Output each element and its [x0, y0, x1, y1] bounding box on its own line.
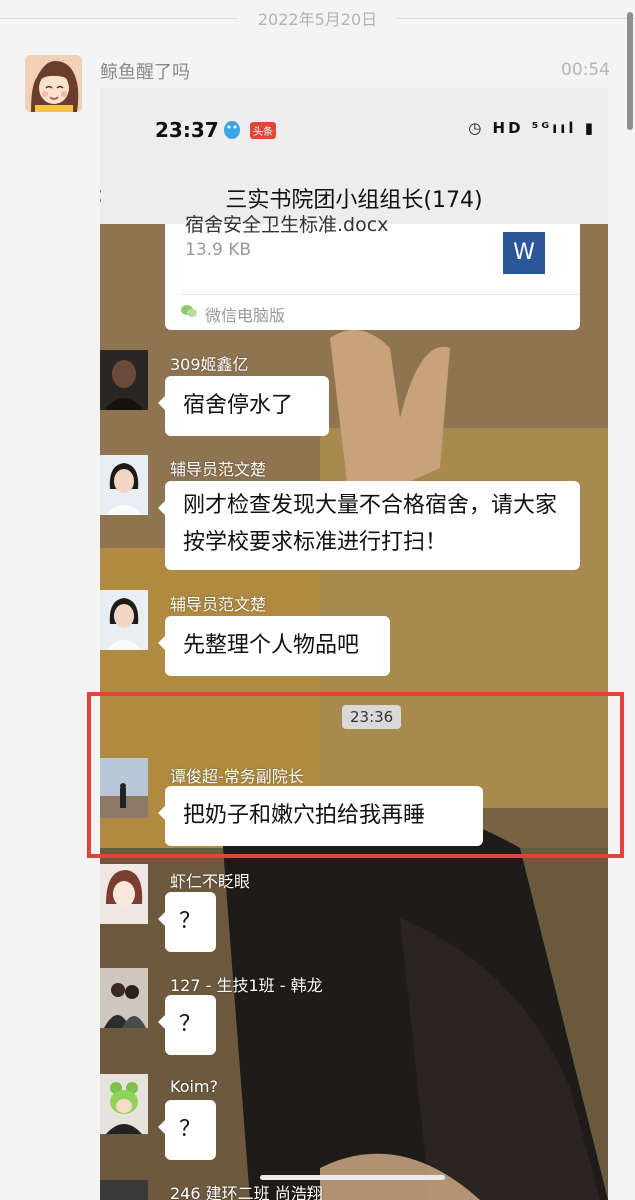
post-time: 00:54: [561, 60, 610, 80]
message-bubble[interactable]: ？: [158, 995, 216, 1055]
system-status-icons: ◷ HD ⁵ᴳııl ▮: [468, 119, 596, 137]
avatar-counselor[interactable]: [100, 590, 148, 650]
sender-name: 127 - 生技1班 - 韩龙: [170, 976, 323, 995]
poster-name[interactable]: 鲸鱼醒了吗: [100, 58, 190, 84]
man-photo-icon: [100, 350, 148, 410]
card-divider: [181, 294, 580, 295]
status-time: 23:37: [155, 118, 219, 142]
avatar-shrimp[interactable]: [100, 864, 148, 924]
frog-avatar-icon: [100, 1074, 148, 1134]
sender-name: 辅导员范文楚: [170, 460, 267, 479]
file-card[interactable]: 宿舍安全卫生标准.docx 13.9 KB W 微信电脑版: [165, 214, 580, 330]
avatar-counselor[interactable]: [100, 455, 148, 515]
wechat-icon: [181, 305, 197, 317]
sender-name: 虾仁不眨眼: [170, 872, 251, 891]
highlight-box: [87, 692, 624, 858]
message-bubble[interactable]: ？: [158, 892, 216, 952]
couple-photo-icon: [100, 968, 148, 1028]
sender-name: 辅导员范文楚: [170, 595, 267, 614]
date-divider: 2022年5月20日: [0, 0, 635, 38]
message-bubble[interactable]: 先整理个人物品吧: [158, 616, 390, 676]
status-bar: 23:37 头条 ◷ HD ⁵ᴳııl ▮: [100, 88, 608, 170]
news-badge: 头条: [250, 122, 276, 139]
avatar-hanlong[interactable]: [100, 968, 148, 1028]
divider-line-right: [397, 18, 635, 19]
file-size: 13.9 KB: [185, 240, 252, 260]
sender-name: 246 建环二班 尚浩翔: [170, 1184, 323, 1200]
poster-avatar[interactable]: [25, 55, 82, 112]
cartoon-girl-icon: [25, 55, 82, 112]
sender-name: 309姬鑫亿: [170, 355, 249, 374]
chat-screenshot[interactable]: 23:37 头条 ◷ HD ⁵ᴳııl ▮ ‹ 三实书院团小组组长(174) 宿…: [100, 88, 608, 1200]
message-bubble[interactable]: 刚才检查发现大量不合格宿舍，请大家按学校要求标准进行打扫！: [158, 481, 580, 570]
message-bubble[interactable]: 宿舍停水了: [158, 376, 329, 436]
person-photo-icon: [100, 1180, 148, 1200]
sender-name: Koim?: [170, 1077, 219, 1096]
woman-photo-icon: [100, 455, 148, 515]
avatar-309[interactable]: [100, 350, 148, 410]
message-bubble[interactable]: ？: [158, 1100, 216, 1160]
avatar-partial[interactable]: [100, 1180, 148, 1200]
word-file-icon: W: [503, 232, 545, 274]
penguin-icon: [224, 121, 240, 139]
anime-avatar-icon: [100, 864, 148, 924]
home-indicator[interactable]: [260, 1175, 445, 1180]
woman-photo-icon: [100, 590, 148, 650]
file-source: 微信电脑版: [205, 306, 286, 325]
avatar-koim[interactable]: [100, 1074, 148, 1134]
scrollbar[interactable]: [627, 12, 633, 130]
file-name: 宿舍安全卫生标准.docx: [185, 214, 389, 236]
